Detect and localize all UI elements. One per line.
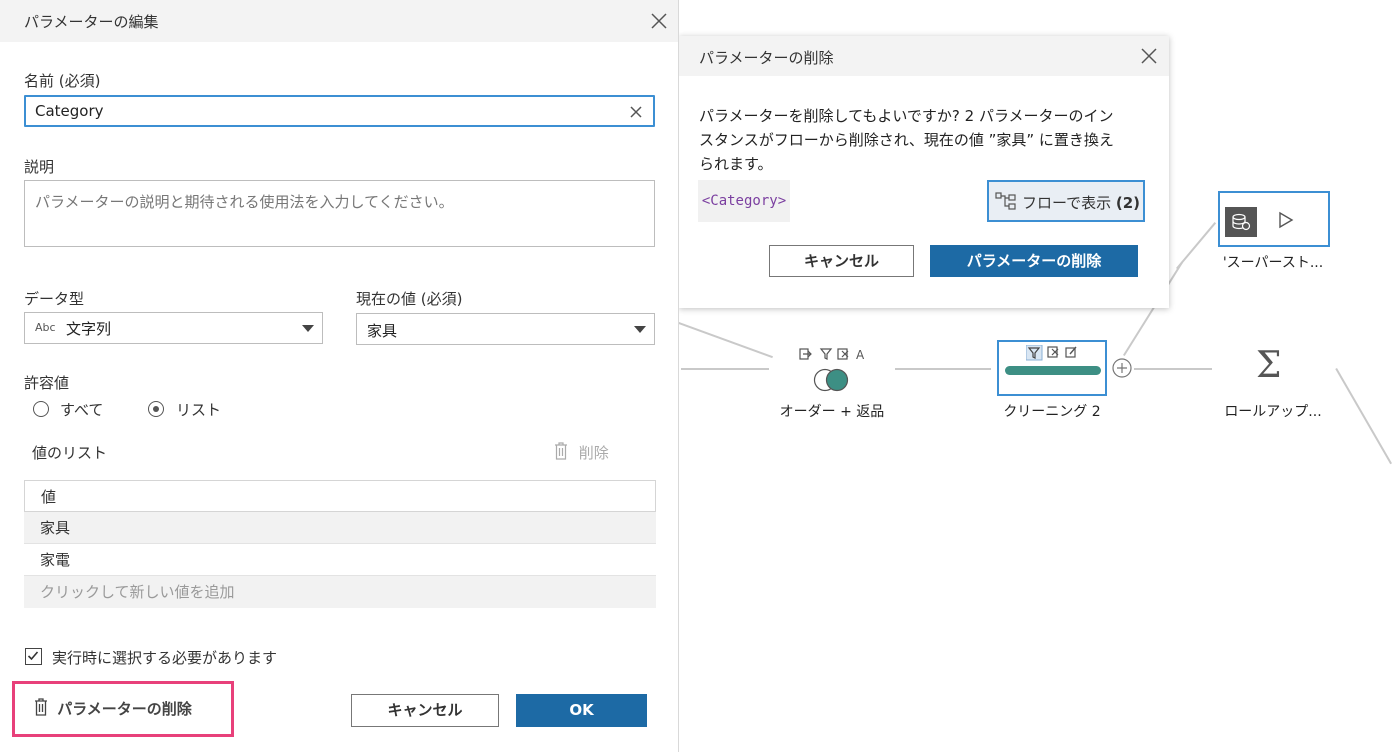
panel-header: パラメーターの編集	[0, 0, 678, 42]
show-in-flow-count: (2)	[1115, 194, 1141, 212]
flow-line-join-in	[681, 368, 769, 370]
required-checkbox-label[interactable]: 実行時に選択する必要があります	[52, 647, 277, 668]
sigma-icon: Σ	[1256, 345, 1282, 386]
description-label: 説明	[24, 158, 55, 176]
check-icon	[27, 651, 39, 661]
join-node[interactable]: A オーダー + 返品	[769, 340, 895, 422]
cancel-button[interactable]: キャンセル	[351, 694, 499, 727]
delete-parameter-button[interactable]: パラメーターの削除	[34, 698, 192, 719]
clean-node-toolbar	[1025, 344, 1086, 361]
clean-node[interactable]	[997, 340, 1107, 396]
chevron-down-icon	[634, 326, 646, 333]
dialog-message: パラメーターを削除してもよいですか? 2 パラメーターのイン スタンスがフローか…	[699, 104, 1159, 176]
close-icon	[1141, 48, 1157, 64]
flow-icon	[995, 192, 1016, 210]
database-icon	[1225, 207, 1257, 237]
name-input[interactable]	[24, 95, 655, 127]
allowed-values-label: 許容値	[24, 374, 70, 392]
radio-list-label[interactable]: リスト	[176, 399, 221, 420]
svg-text:A: A	[856, 348, 865, 361]
dialog-message-line: パラメーターを削除してもよいですか? 2 パラメーターのイン	[699, 107, 1114, 125]
value-row[interactable]: 家電	[24, 544, 656, 576]
show-in-flow-button[interactable]: フローで表示 (2)	[987, 180, 1145, 222]
flow-line-input-join	[678, 322, 773, 359]
join-icon	[813, 368, 851, 396]
delete-value-label: 削除	[578, 444, 609, 462]
flow-line-join-clean	[895, 368, 991, 370]
show-in-flow-label: フローで表示	[1022, 194, 1112, 212]
output-node-label: 'スーパースト...	[1222, 255, 1324, 271]
values-list-label: 値のリスト	[32, 444, 108, 462]
data-type-label: データ型	[24, 290, 85, 308]
delete-parameter-label: パラメーターの削除	[57, 700, 192, 718]
play-icon[interactable]	[1278, 211, 1294, 233]
data-type-select[interactable]: Abc 文字列	[24, 312, 323, 344]
radio-list[interactable]	[148, 401, 164, 417]
values-table: 値 家具 家電 クリックして新しい値を追加	[24, 480, 656, 608]
panel-close-button[interactable]	[650, 12, 668, 30]
current-value: 家具	[367, 322, 398, 340]
dialog-close-button[interactable]	[1140, 47, 1158, 65]
value-row[interactable]: 家具	[24, 512, 656, 544]
clean-node-label: クリーニング 2	[1003, 404, 1101, 420]
close-icon	[651, 13, 667, 29]
join-node-label: オーダー + 返品	[779, 404, 885, 420]
rollup-node-label: ロールアップ...	[1224, 404, 1322, 420]
add-step-button[interactable]	[1112, 358, 1132, 378]
dialog-header: パラメーターの削除	[679, 36, 1169, 76]
flow-line-rollup-out	[1335, 368, 1392, 465]
flow-line-clean-rollup	[1134, 368, 1212, 370]
clear-name-button[interactable]	[629, 104, 643, 118]
name-label: 名前 (必須)	[24, 72, 101, 90]
radio-all-label[interactable]: すべて	[60, 399, 103, 420]
data-type-value: 文字列	[66, 320, 112, 338]
trash-icon	[555, 442, 567, 460]
trash-icon	[35, 698, 47, 716]
radio-all[interactable]	[33, 401, 49, 417]
edit-parameter-panel: パラメーターの編集 名前 (必須) 説明 データ型 Abc 文字列 現在の値 (…	[0, 0, 679, 752]
description-input[interactable]	[24, 180, 655, 247]
delete-parameter-dialog: パラメーターの削除 パラメーターを削除してもよいですか? 2 パラメーターのイン…	[679, 36, 1169, 308]
current-value-label: 現在の値 (必須)	[356, 290, 463, 308]
current-value-select[interactable]: 家具	[356, 313, 655, 345]
required-checkbox[interactable]	[25, 648, 42, 665]
step-toolbar-icons: A	[799, 348, 865, 362]
chevron-down-icon	[302, 325, 314, 332]
rollup-node[interactable]: Σ ロールアップ...	[1209, 340, 1337, 422]
add-value-row[interactable]: クリックして新しい値を追加	[24, 576, 656, 608]
dialog-cancel-button[interactable]: キャンセル	[769, 245, 914, 277]
abc-icon: Abc	[35, 321, 56, 334]
delete-value-button[interactable]: 削除	[554, 442, 609, 463]
ok-button[interactable]: OK	[516, 694, 647, 727]
clean-progress-bar	[1005, 366, 1101, 375]
output-node[interactable]	[1218, 191, 1330, 247]
dialog-message-line: スタンスがフローから削除され、現在の値 ”家具” に置き換え	[699, 131, 1114, 149]
parameter-tag: <Category>	[698, 180, 790, 222]
dialog-title: パラメーターの削除	[699, 49, 834, 67]
clear-icon	[630, 106, 642, 118]
plus-circle-icon	[1112, 358, 1132, 378]
dialog-delete-button[interactable]: パラメーターの削除	[930, 245, 1138, 277]
panel-title: パラメーターの編集	[24, 13, 159, 31]
dialog-message-line: られます。	[699, 155, 773, 173]
join-node-toolbar: A	[799, 346, 879, 362]
values-table-header: 値	[24, 480, 656, 512]
